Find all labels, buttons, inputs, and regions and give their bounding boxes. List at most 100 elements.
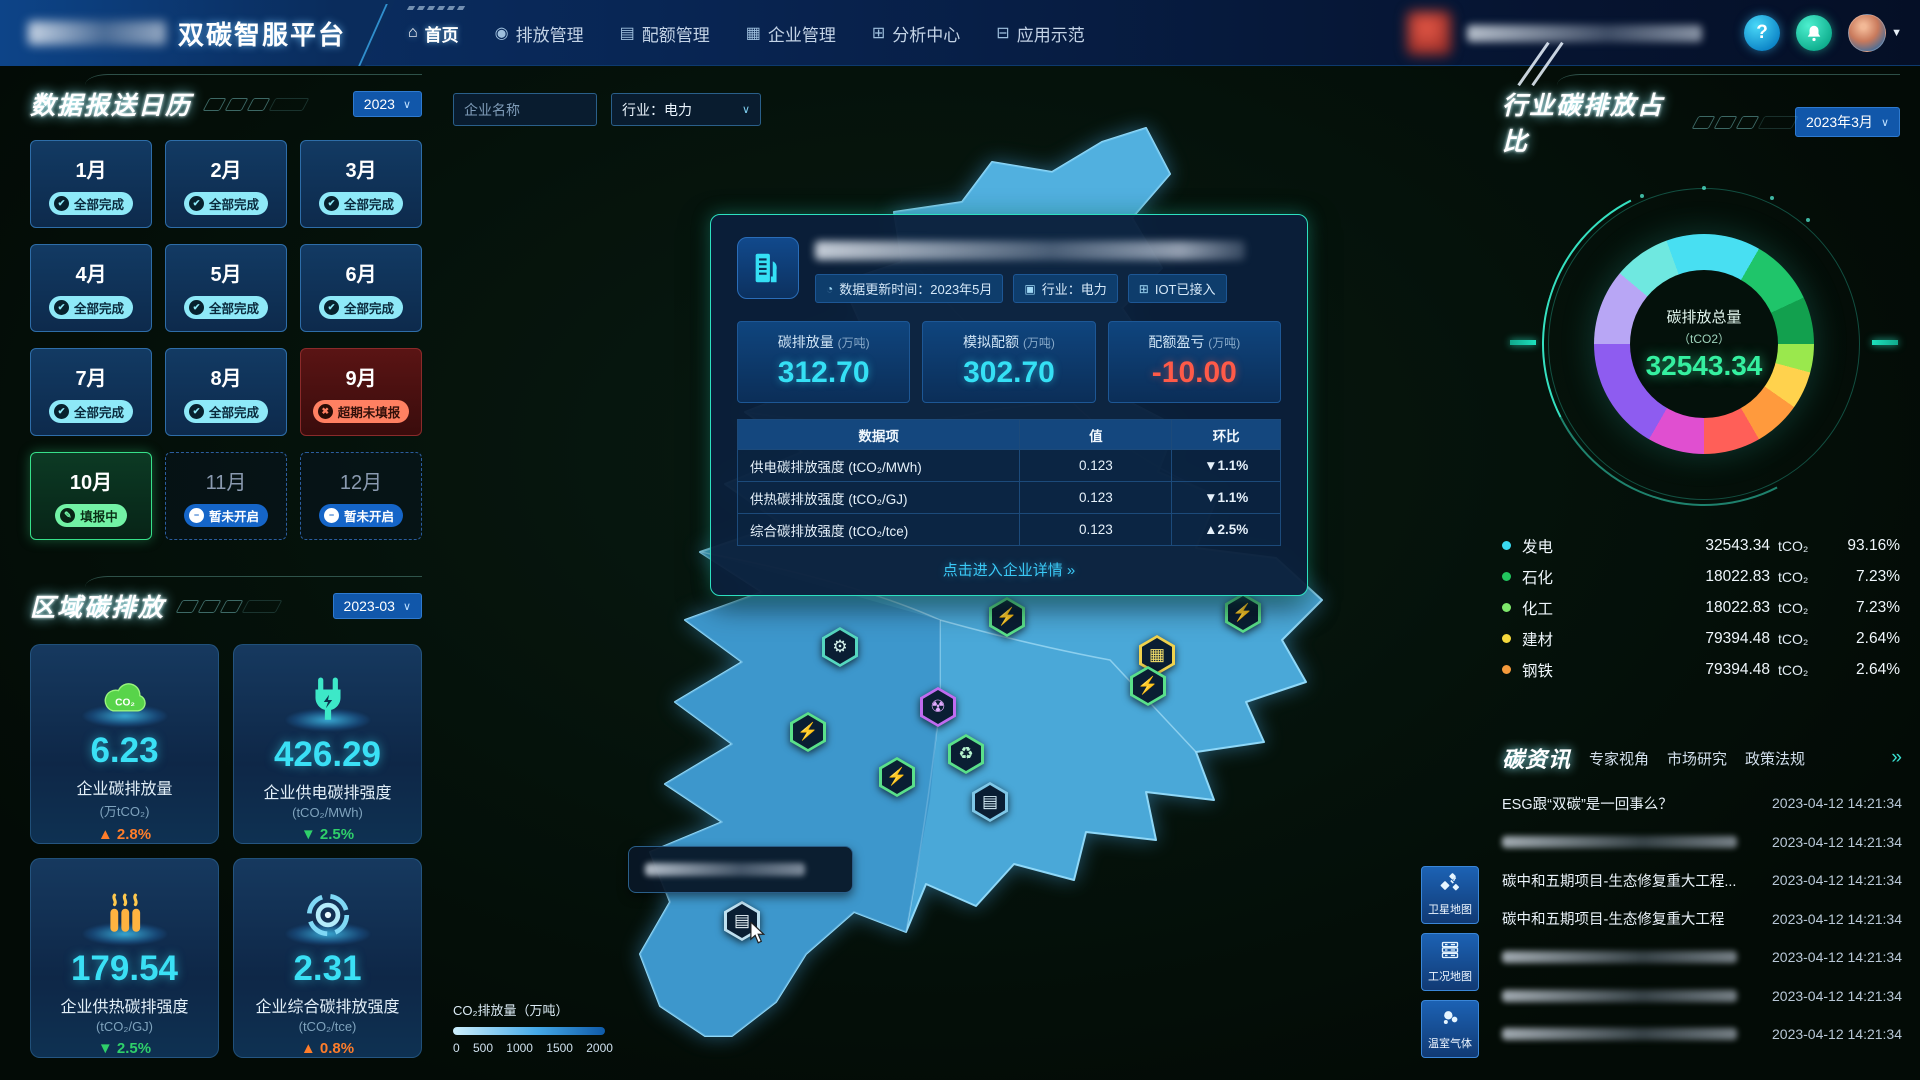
mouse-cursor (748, 922, 766, 944)
calendar-panel-title: 数据报送日历 (30, 86, 192, 122)
month-status-badge: ✔全部完成 (49, 192, 133, 215)
region-stat-card: 2.31企业综合碳排放强度(tCO₂/tce)▲ 0.8% (233, 858, 422, 1058)
legend-name: 钢铁 (1522, 659, 1614, 681)
month-status-badge: −暂未开启 (184, 504, 268, 527)
nav-item-label: 分析中心 (892, 21, 960, 46)
month-status-badge: ✔全部完成 (184, 192, 268, 215)
month-label: 3月 (345, 154, 376, 183)
month-card-3月[interactable]: 3月 ✔全部完成 (300, 140, 422, 228)
industry-filter-select[interactable]: 行业：电力 ∨ (611, 93, 761, 126)
stat-unit: (tCO₂/GJ) (96, 1019, 153, 1034)
nav-item-6[interactable]: ⊟应用示范 (996, 21, 1084, 46)
nav-item-4[interactable]: ▦企业管理 (746, 21, 836, 46)
stat-trend: ▲ 2.8% (98, 826, 151, 843)
user-menu[interactable]: ▼ (1848, 14, 1902, 52)
legend-value: 32543.34 (1614, 537, 1770, 555)
radiation-marker[interactable]: ☢ (920, 687, 956, 727)
month-card-12月[interactable]: 12月−暂未开启 (300, 452, 422, 540)
table-cell-value: 0.123 (1020, 450, 1172, 482)
recycle-marker[interactable]: ♻ (948, 734, 984, 774)
nav-item-1[interactable]: ⌂首页 (408, 21, 459, 46)
news-more-arrow[interactable]: » (1891, 747, 1902, 769)
industry-period-select[interactable]: 2023年3月 ∨ (1795, 107, 1900, 137)
help-button[interactable]: ? (1744, 15, 1780, 51)
month-card-7月[interactable]: 7月✔全部完成 (30, 348, 152, 436)
news-tab-1[interactable]: 专家视角 (1589, 748, 1649, 769)
industry-legend: 发电32543.34tCO₂93.16%石化18022.83tCO₂7.23%化… (1502, 530, 1900, 685)
check-icon: ✔ (189, 196, 204, 211)
stat-unit: (tCO₂/MWh) (292, 805, 363, 820)
news-item[interactable]: 2023-04-12 14:21:34 (1502, 1015, 1902, 1054)
notification-button[interactable] (1796, 15, 1832, 51)
check-icon: ✔ (324, 196, 339, 211)
table-cell-value: 0.123 (1020, 514, 1172, 546)
month-card-10月[interactable]: 10月✎填报中 (30, 452, 152, 540)
month-card-8月[interactable]: 8月✔全部完成 (165, 348, 287, 436)
legend-name: 化工 (1522, 597, 1614, 619)
company-name-input[interactable] (453, 93, 597, 126)
gear-marker[interactable]: ⚙ (822, 627, 858, 667)
table-cell-change: ▼1.1% (1172, 482, 1281, 514)
legend-unit: tCO₂ (1770, 600, 1822, 616)
legend-value: 79394.48 (1614, 661, 1770, 679)
title-deco-shapes (206, 98, 306, 111)
month-card-4月[interactable]: 4月✔全部完成 (30, 244, 152, 332)
month-status-badge: ✔全部完成 (319, 192, 403, 215)
popup-data-table: 数据项值环比 供电碳排放强度 (tCO₂/MWh)0.123▼1.1%供热碳排放… (737, 419, 1281, 546)
doc-marker[interactable]: ▤ (972, 782, 1008, 822)
month-card-11月[interactable]: 11月−暂未开启 (165, 452, 287, 540)
industry-share-panel: 行业碳排放占比 2023年3月 ∨ 碳排放总量 （tCO2） 32543.34 … (1502, 86, 1900, 685)
news-item-title: 碳中和五期项目-生态修复重大工程... (1502, 870, 1736, 891)
legend-dot (1502, 634, 1511, 643)
map-control-卫星地图[interactable]: 卫星地图 (1421, 866, 1479, 924)
region-period-select[interactable]: 2023-03 ∨ (333, 593, 422, 619)
news-tab-2[interactable]: 市场研究 (1667, 748, 1727, 769)
news-tab-3[interactable]: 政策法规 (1745, 748, 1805, 769)
table-cell-change: ▲2.5% (1172, 514, 1281, 546)
title-deco-shapes (179, 600, 279, 613)
month-card-2月[interactable]: 2月✔全部完成 (165, 140, 287, 228)
news-item[interactable]: 2023-04-12 14:21:34 (1502, 938, 1902, 977)
month-status-badge: ✔全部完成 (184, 296, 268, 319)
donut-total-value: 32543.34 (1646, 350, 1763, 382)
month-label: 6月 (345, 258, 376, 287)
energy-marker[interactable]: ⚡ (879, 757, 915, 797)
enterprise-detail-link[interactable]: 点击进入企业详情 » (737, 559, 1281, 580)
news-item[interactable]: 2023-04-12 14:21:34 (1502, 823, 1902, 862)
energy-marker[interactable]: ⚡ (1130, 666, 1166, 706)
month-card-1月[interactable]: 1月✔全部完成 (30, 140, 152, 228)
energy-marker[interactable]: ⚡ (790, 712, 826, 752)
stat-label: 企业碳排放量 (76, 775, 172, 799)
brand-title: 双碳智服平台 (178, 15, 346, 52)
month-label: 5月 (210, 258, 241, 287)
map-tooltip (628, 846, 853, 893)
apps-icon: ⊟ (996, 23, 1009, 43)
table-cell-item: 供热碳排放强度 (tCO₂/GJ) (738, 482, 1020, 514)
news-item[interactable]: 碳中和五期项目-生态修复重大工程...2023-04-12 14:21:34 (1502, 861, 1902, 900)
map-control-label: 卫星地图 (1428, 901, 1472, 917)
map-control-温室气体[interactable]: 温室气体 (1421, 1000, 1479, 1058)
check-icon: ✔ (189, 300, 204, 315)
month-card-5月[interactable]: 5月 ✔全部完成 (165, 244, 287, 332)
month-card-9月[interactable]: 9月✖超期未填报 (300, 348, 422, 436)
month-card-6月[interactable]: 6月✔全部完成 (300, 244, 422, 332)
map-control-工况地图[interactable]: 工况地图 (1421, 933, 1479, 991)
month-status-badge: ✔全部完成 (49, 400, 133, 423)
nav-item-5[interactable]: ⊞分析中心 (872, 21, 960, 46)
quota-icon: ▤ (620, 23, 635, 43)
month-status-text: 全部完成 (344, 298, 394, 317)
calendar-year-select[interactable]: 2023 ∨ (353, 91, 422, 117)
news-item[interactable]: 2023-04-12 14:21:34 (1502, 977, 1902, 1016)
nav-item-3[interactable]: ▤配额管理 (620, 21, 710, 46)
news-item[interactable]: 碳中和五期项目-生态修复重大工程2023-04-12 14:21:34 (1502, 900, 1902, 939)
popup-badge: ⊞IOT已接入 (1128, 274, 1227, 303)
map-layer-controls: 卫星地图工况地图温室气体 (1421, 866, 1479, 1058)
energy-marker[interactable]: ⚡ (989, 597, 1025, 637)
news-item[interactable]: ESG跟“双碳”是一回事么？2023-04-12 14:21:34 (1502, 784, 1902, 823)
stat-trend: ▼ 2.5% (98, 1040, 151, 1057)
table-header-cell: 环比 (1172, 420, 1281, 450)
nav-item-2[interactable]: ◉排放管理 (495, 21, 584, 46)
energy-marker[interactable]: ⚡ (1225, 593, 1261, 633)
stat-value: 179.54 (71, 949, 178, 989)
nav-item-label: 首页 (425, 21, 459, 46)
